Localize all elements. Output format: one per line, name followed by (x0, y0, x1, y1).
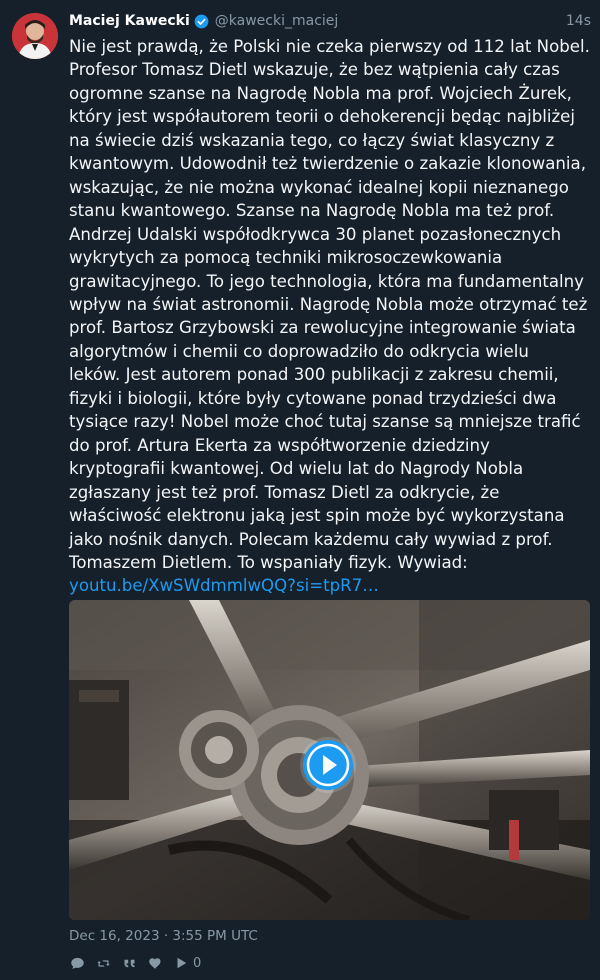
play-icon (306, 743, 350, 787)
tweet-date[interactable]: Dec 16, 2023 · 3:55 PM UTC (69, 928, 258, 944)
heart-icon[interactable] (147, 955, 163, 971)
tweet: Maciej Kawecki @kawecki_maciej 14s Nie j… (0, 0, 600, 980)
display-name[interactable]: Maciej Kawecki (69, 13, 190, 29)
tweet-body: Nie jest prawdą, że Polski nie czeka pie… (69, 35, 591, 598)
handle[interactable]: @kawecki_maciej (215, 13, 339, 29)
avatar[interactable] (12, 13, 58, 59)
verified-badge-icon (194, 14, 209, 29)
relative-timestamp[interactable]: 14s (566, 13, 591, 29)
retweet-icon[interactable] (95, 955, 111, 971)
quote-icon[interactable] (121, 955, 137, 971)
reply-icon[interactable] (69, 955, 85, 971)
tweet-text: Nie jest prawdą, że Polski nie czeka pie… (69, 37, 590, 572)
play-button[interactable] (303, 740, 353, 790)
tweet-header: Maciej Kawecki @kawecki_maciej 14s (69, 10, 591, 32)
tweet-link[interactable]: youtu.be/XwSWdmmlwQQ?si=tpR7… (69, 576, 379, 595)
play-count: 0 (193, 955, 202, 971)
tweet-actions: 0 (69, 953, 201, 973)
play-count-icon[interactable] (173, 955, 189, 971)
